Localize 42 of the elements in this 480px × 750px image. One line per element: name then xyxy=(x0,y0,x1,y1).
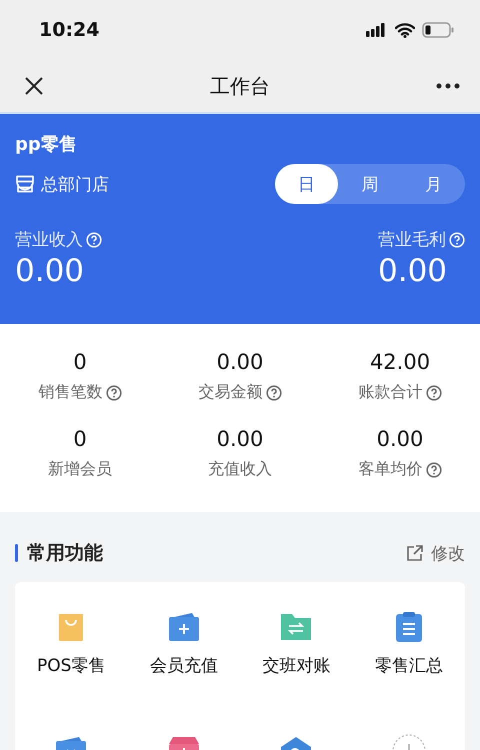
wifi-icon xyxy=(395,22,415,38)
folder-swap-icon xyxy=(280,612,312,642)
battery-icon xyxy=(422,22,454,38)
stat-value: 42.00 xyxy=(370,350,430,374)
metric-label: 营业收入 xyxy=(15,229,83,251)
stat-value: 0 xyxy=(73,350,87,374)
clipboard-icon xyxy=(394,611,423,643)
function-label[interactable]: 会员充值 xyxy=(150,654,218,677)
stat-value: 0.00 xyxy=(376,427,424,451)
stat-label: 客单均价 xyxy=(358,459,422,480)
metric-value: 0.00 xyxy=(378,253,448,289)
stat-label: 交易金额 xyxy=(198,382,262,403)
app-name: pp零售 xyxy=(15,133,78,156)
store-icon xyxy=(15,175,35,193)
function-label[interactable]: 零售汇总 xyxy=(374,654,443,677)
clock-time: 10:24 xyxy=(39,19,100,41)
more-button[interactable] xyxy=(436,83,460,89)
stat-label: 充值收入 xyxy=(208,459,272,480)
stat-label: 销售笔数 xyxy=(38,382,102,403)
help-icon[interactable] xyxy=(106,384,122,400)
metric-value: 0.00 xyxy=(15,253,86,289)
stat-value: 0.00 xyxy=(216,427,264,451)
external-link-icon xyxy=(406,544,423,562)
help-icon[interactable] xyxy=(426,462,442,478)
function-label[interactable]: POS零售 xyxy=(37,654,106,677)
close-button[interactable] xyxy=(24,76,44,96)
edit-button[interactable]: 修改 xyxy=(406,542,465,564)
help-icon[interactable] xyxy=(266,384,282,400)
card-plus-icon xyxy=(168,612,200,642)
stat-label: 新增会员 xyxy=(48,459,112,480)
metric-label: 营业毛利 xyxy=(378,229,446,251)
period-tab[interactable]: 月 xyxy=(402,164,465,204)
stat-value: 0.00 xyxy=(216,350,264,374)
page-title: 工作台 xyxy=(210,72,270,100)
store-name[interactable]: 总部门店 xyxy=(41,172,109,196)
period-tab[interactable]: 周 xyxy=(338,164,402,204)
function-label[interactable]: 交班对账 xyxy=(262,654,330,677)
period-tab[interactable]: 日 xyxy=(275,164,338,204)
stat-label: 账款合计 xyxy=(358,382,422,403)
help-icon[interactable] xyxy=(426,384,442,400)
section-title: 常用功能 xyxy=(27,541,103,566)
stat-value: 0 xyxy=(73,427,87,451)
